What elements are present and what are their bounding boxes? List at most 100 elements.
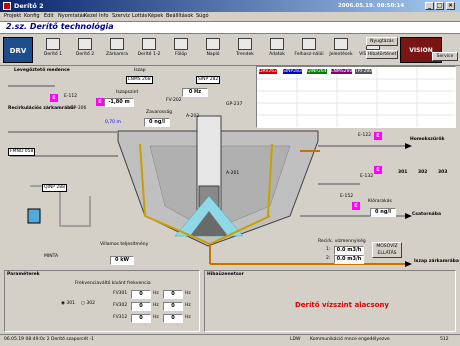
trendek-button[interactable]: Trendek	[230, 36, 260, 64]
e132-status-icon: E	[374, 166, 382, 174]
minimize-button[interactable]: _	[425, 2, 434, 10]
derito2-button[interactable]: Derítő 2	[70, 36, 100, 64]
timestamp: 2006.05.19. 08:50:14	[338, 3, 405, 9]
window-title: Derítő 2	[14, 2, 44, 10]
iszapszint-value: -1,80 m	[104, 98, 134, 107]
grid-icon	[174, 38, 188, 50]
tank-icon	[78, 38, 92, 50]
menu-konfig[interactable]: Konfig	[24, 13, 40, 19]
iszapszint-label: Iszapszint	[116, 90, 139, 95]
recirc-label: Recirkulációs zárkamrából	[8, 106, 75, 111]
fm-tag[interactable]: FMNO 058	[8, 148, 36, 156]
service-button[interactable]: Service	[432, 52, 458, 61]
a201-label: A-201	[226, 171, 240, 176]
close-button[interactable]: ×	[446, 2, 455, 10]
menu-beallitasok[interactable]: Beállítások	[166, 13, 193, 19]
e112-label: E-112	[64, 94, 78, 99]
zarkamra-button[interactable]: Zárkamra	[102, 36, 132, 64]
status-mid: LDW	[290, 337, 301, 342]
pump-301-label[interactable]: 301	[398, 170, 407, 175]
gp237-label: GP-237	[226, 102, 243, 107]
iszap-out-label: Iszap zárkamrába	[414, 259, 459, 264]
recirk-1-label: 1:	[326, 247, 331, 252]
app-icon	[3, 2, 11, 10]
minta-label: MINTA	[44, 254, 59, 259]
menu-szerviz[interactable]: Szerviz	[112, 13, 130, 19]
fv302-value2[interactable]: 0	[163, 302, 183, 311]
tank-icon	[46, 38, 60, 50]
lnm-tag[interactable]: LNMS 268	[126, 76, 153, 84]
menu-lottas[interactable]: Lottás	[132, 13, 147, 19]
e122-label: E-122	[358, 133, 372, 138]
fv301-value1[interactable]: 0	[131, 290, 151, 299]
menu-info[interactable]: Info	[99, 13, 108, 19]
homokszuro-label: Homokszűrők	[410, 137, 445, 142]
menu-projekt[interactable]: Projekt	[4, 13, 21, 19]
status-icon: E	[96, 98, 104, 106]
level-label: 0,70 m	[105, 120, 121, 125]
a202-label: A-202	[186, 114, 200, 119]
qinp-tag[interactable]: QINP 288	[42, 184, 67, 192]
fv312-value1[interactable]: 0	[131, 314, 151, 323]
adatok-button[interactable]: Adatok	[262, 36, 292, 64]
alarm-message[interactable]: Derítő vízszint alacsony	[295, 301, 389, 309]
gp306-label: GP-306	[70, 106, 87, 111]
arrow-right-icon	[405, 213, 412, 219]
trend-chart: DRV262 SINP283 QINP264 LNMS260 TRF280	[256, 66, 456, 128]
legend-sinp283: SINP283	[283, 69, 302, 74]
hibatortenet-button[interactable]: Hibatörténet	[366, 50, 398, 59]
deritő1-button[interactable]: Derítő 1	[38, 36, 68, 64]
alarm-panel: Hibaüzenetsor Derítő vízszint alacsony	[204, 270, 456, 332]
maximize-button[interactable]: □	[435, 2, 444, 10]
e152-label: E-152	[340, 194, 354, 199]
trend-icon	[238, 38, 252, 50]
legend-drv262: DRV262	[259, 69, 278, 74]
user-icon	[302, 38, 316, 50]
trend-grid	[257, 67, 455, 127]
derito12-button[interactable]: Derítő 1-2	[134, 36, 164, 64]
params-title: Paraméterek	[7, 272, 40, 277]
felhasznaloi-button[interactable]: Felhasz-nálói	[294, 36, 324, 64]
jelentesek-button[interactable]: Jelentések	[326, 36, 356, 64]
recirk-title: Recirk. vízmennyiség	[318, 239, 366, 244]
radio-302[interactable]: ○ 302	[81, 301, 95, 306]
e132-label: E-132	[360, 174, 374, 179]
menu-kezel[interactable]: Kezel	[84, 13, 97, 19]
fv302-value1[interactable]: 0	[131, 302, 151, 311]
pump-302-label[interactable]: 302	[418, 170, 427, 175]
fv202-label: FV-202	[166, 98, 182, 103]
fv301-value2[interactable]: 0	[163, 290, 183, 299]
sinp-tag[interactable]: SINP 282	[196, 76, 221, 84]
folop-button[interactable]: Fölöp	[166, 36, 196, 64]
klorarakas-label: Klórarakás	[368, 199, 392, 204]
pump-303-label[interactable]: 303	[438, 170, 447, 175]
menu-bar: Projekt Konfig Edit Nyomtatás Kezel Info…	[0, 12, 460, 22]
recirk-1-value: 0.0 m3/h	[334, 246, 364, 255]
page-title: 2.sz. Derítő technológia	[6, 22, 114, 31]
mosoviz-button[interactable]: MOSÓVÍZ ELLÁTÁS	[372, 242, 402, 258]
status-left: 06.05.19 08:49:0c 2 Derítő szaporcét -1	[4, 337, 95, 342]
e122-status-icon: E	[374, 132, 382, 140]
toolbar: DRV Derítő 1 Derítő 2 Zárkamra Derítő 1-…	[0, 34, 460, 66]
zavarosag-value: 0 ng/l	[144, 118, 170, 127]
nyugtazas-button[interactable]: Nyugtázás	[366, 37, 398, 46]
arrow-right-icon	[405, 143, 412, 149]
report-icon	[334, 38, 348, 50]
menu-edit[interactable]: Edit	[44, 13, 54, 19]
bottom-panels: Paraméterek Frekvenciaváltó kívánt frekv…	[0, 268, 460, 334]
klor-value: 0 ng/l	[370, 208, 396, 217]
status-right: 512	[440, 337, 449, 342]
menu-nyomtatas[interactable]: Nyomtatás	[58, 13, 85, 19]
fv202-value: 0 Hz	[182, 88, 208, 97]
page-header: 2.sz. Derítő technológia	[0, 22, 460, 34]
arrow-right-icon	[405, 261, 412, 267]
inlet-label: Levegőztető medence	[14, 68, 70, 73]
naplo-button[interactable]: Napló	[198, 36, 228, 64]
menu-sugo[interactable]: Súgó	[196, 13, 209, 19]
villamos-value: 0 kW	[110, 256, 134, 265]
fv312-value2[interactable]: 0	[163, 314, 183, 323]
data-icon	[270, 38, 284, 50]
radio-301[interactable]: ◉ 301	[61, 301, 75, 306]
chamber-icon	[110, 38, 124, 50]
menu-kepek[interactable]: Képek	[148, 13, 163, 19]
